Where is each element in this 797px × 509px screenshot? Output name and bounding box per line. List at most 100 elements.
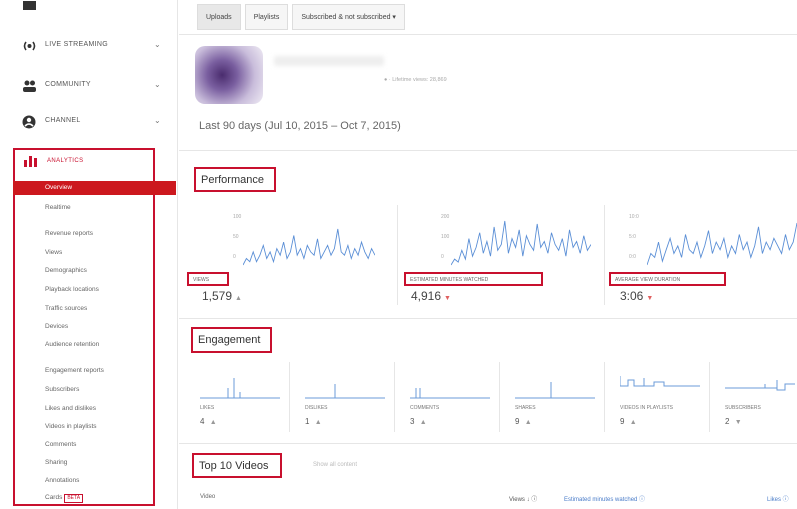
subscribed-filter-dropdown[interactable]: Subscribed & not subscribed ▾: [292, 4, 405, 30]
metric-value: 4,916: [411, 289, 442, 303]
engagement-card-likes[interactable]: LIKES 4 ▲: [200, 360, 300, 432]
engagement-label: SUBSCRIBERS: [725, 405, 761, 411]
column-header-est-minutes[interactable]: Estimated minutes watched ⓘ: [564, 494, 645, 503]
sidebar-section-channel[interactable]: CHANNEL ⌄: [0, 106, 178, 138]
engagement-label: COMMENTS: [410, 405, 440, 411]
sidebar-item-videos-in-playlists[interactable]: Videos in playlists: [45, 423, 97, 430]
engagement-card-subscribers[interactable]: SUBSCRIBERS 2 ▼: [725, 360, 795, 432]
axis-tick: 0: [441, 254, 444, 260]
engagement-card-shares[interactable]: SHARES 9 ▲: [515, 360, 615, 432]
duration-sparkline: [647, 222, 797, 266]
sidebar-item-sharing[interactable]: Sharing: [45, 459, 67, 466]
divider: [289, 362, 290, 432]
engagement-label: LIKES: [200, 405, 215, 411]
section-label: CHANNEL: [45, 117, 81, 124]
sidebar-item-revenue-reports[interactable]: Revenue reports: [45, 230, 93, 237]
performance-title: Performance: [201, 174, 264, 186]
tab-bar: Uploads Playlists Subscribed & not subsc…: [197, 4, 409, 34]
engagement-label: SHARES: [515, 405, 536, 411]
channel-icon: [22, 115, 36, 129]
chevron-down-icon[interactable]: ⌄: [154, 80, 161, 89]
engagement-card-dislikes[interactable]: DISLIKES 1 ▲: [305, 360, 405, 432]
sidebar-section-analytics[interactable]: ANALYTICS: [15, 150, 153, 174]
value-text: 1: [305, 417, 310, 426]
tab-uploads[interactable]: Uploads: [197, 4, 241, 30]
engagement-card-videos-in-playlists[interactable]: VIDEOS IN PLAYLISTS 9 ▲: [620, 360, 720, 432]
sidebar-item-likes-dislikes[interactable]: Likes and dislikes: [45, 405, 96, 412]
trend-up-icon: ▲: [419, 419, 427, 426]
sidebar-item-demographics[interactable]: Demographics: [45, 267, 87, 274]
duration-label: AVERAGE VIEW DURATION: [615, 277, 681, 283]
date-range[interactable]: Last 90 days (Jul 10, 2015 – Oct 7, 2015…: [199, 120, 401, 132]
trend-down-icon: ▼: [444, 295, 451, 302]
trend-down-icon: ▼: [646, 295, 654, 302]
section-label: LIVE STREAMING: [45, 41, 108, 48]
axis-tick: 100: [441, 234, 450, 240]
sidebar-section-live-streaming[interactable]: LIVE STREAMING ⌄: [0, 30, 178, 62]
views-label-box: VIEWS: [187, 272, 229, 286]
axis-tick: 5:0: [629, 234, 636, 240]
chevron-down-icon[interactable]: ⌄: [154, 40, 161, 49]
minutes-label-box: ESTIMATED MINUTES WATCHED: [404, 272, 543, 286]
tab-playlists[interactable]: Playlists: [244, 4, 289, 30]
trend-up-icon: ▲: [314, 419, 322, 426]
divider: [179, 443, 797, 444]
community-icon: [23, 80, 36, 92]
sidebar-item-playback-locations[interactable]: Playback locations: [45, 286, 99, 293]
sidebar-section-top[interactable]: [0, 0, 178, 18]
chevron-down-icon[interactable]: ⌄: [154, 116, 161, 125]
engagement-heading-box: Engagement: [191, 327, 272, 353]
engagement-value: 4 ▲: [200, 417, 217, 426]
column-header-likes[interactable]: Likes ⓘ: [767, 494, 789, 503]
sidebar-item-traffic-sources[interactable]: Traffic sources: [45, 305, 87, 312]
divider: [179, 34, 797, 35]
sidebar-item-label: Overview: [45, 184, 73, 191]
column-header-video[interactable]: Video: [200, 494, 215, 500]
sidebar-item-engagement-reports[interactable]: Engagement reports: [45, 367, 104, 374]
analytics-highlight-box: [13, 148, 155, 506]
value-text: 3: [410, 417, 415, 426]
engagement-label: VIDEOS IN PLAYLISTS: [620, 405, 673, 411]
trend-up-icon: ▲: [209, 419, 217, 426]
sidebar-item-overview[interactable]: Overview: [13, 181, 176, 195]
sidebar-item-devices[interactable]: Devices: [45, 323, 68, 330]
engagement-value: 9 ▲: [620, 417, 637, 426]
sidebar-item-annotations[interactable]: Annotations: [45, 477, 79, 484]
trend-up-icon: ▲: [629, 419, 637, 426]
minutes-sparkline: [451, 220, 591, 266]
dislikes-sparkline: [305, 384, 385, 399]
channel-avatar: [195, 46, 263, 104]
metric-value: 3:06: [620, 289, 644, 303]
engagement-value: 9 ▲: [515, 417, 532, 426]
live-stream-icon: [23, 41, 36, 51]
sidebar-section-community[interactable]: COMMUNITY ⌄: [0, 70, 178, 102]
divider: [499, 362, 500, 432]
show-all-content-link[interactable]: Show all content: [313, 462, 357, 468]
performance-heading-box: Performance: [194, 167, 276, 192]
sidebar-item-subscribers[interactable]: Subscribers: [45, 386, 79, 393]
engagement-value: 3 ▲: [410, 417, 427, 426]
sidebar-item-views[interactable]: Views: [45, 249, 62, 256]
sidebar-item-comments[interactable]: Comments: [45, 441, 76, 448]
section-label: ANALYTICS: [47, 158, 84, 164]
divider: [179, 150, 797, 151]
comments-sparkline: [410, 388, 490, 399]
sparkline-path: [647, 222, 797, 266]
divider: [604, 362, 605, 432]
channel-lifetime-views: ● · Lifetime views: 28,869: [384, 77, 447, 83]
engagement-label: DISLIKES: [305, 405, 328, 411]
beta-badge: BETA: [64, 494, 84, 503]
channel-name-blurred: [274, 56, 384, 66]
engagement-value: 1 ▲: [305, 417, 322, 426]
subscribers-sparkline: [725, 380, 795, 391]
minutes-label: ESTIMATED MINUTES WATCHED: [410, 277, 489, 283]
sidebar-item-cards[interactable]: Cards BETA: [45, 494, 84, 503]
sidebar-item-realtime[interactable]: Realtime: [45, 204, 71, 211]
column-header-views[interactable]: Views ↓ ⓘ: [509, 494, 537, 503]
engagement-card-comments[interactable]: COMMENTS 3 ▲: [410, 360, 510, 432]
value-text: 9: [515, 417, 520, 426]
sidebar-item-audience-retention[interactable]: Audience retention: [45, 341, 99, 348]
value-text: 4: [200, 417, 205, 426]
section-label: COMMUNITY: [45, 81, 91, 88]
views-sparkline: [243, 228, 375, 266]
